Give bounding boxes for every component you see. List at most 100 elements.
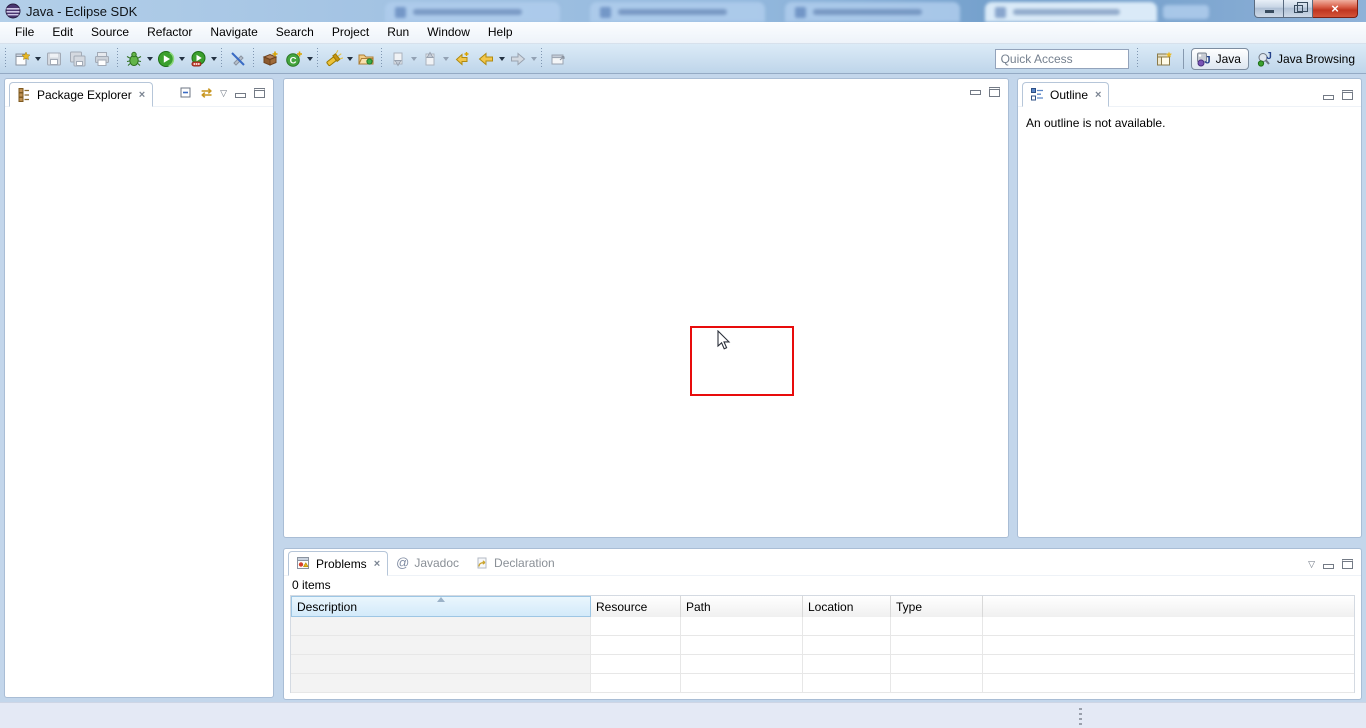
menu-item-source[interactable]: Source [82, 22, 138, 43]
new-java-package-button[interactable] [258, 47, 282, 71]
maximize-view-icon[interactable] [1342, 90, 1353, 100]
column-header-filler [983, 596, 1354, 617]
debug-button[interactable] [122, 47, 146, 71]
table-row[interactable] [291, 636, 1354, 655]
print-button[interactable] [90, 47, 114, 71]
outline-message: An outline is not available. [1018, 107, 1361, 130]
column-header-resource[interactable]: Resource [591, 596, 681, 617]
table-row[interactable] [291, 655, 1354, 674]
window-close-button[interactable]: × [1313, 0, 1358, 18]
save-button[interactable] [42, 47, 66, 71]
title-bar[interactable]: Java - Eclipse SDK × [0, 0, 1366, 22]
column-header-description[interactable]: Description [291, 596, 591, 617]
svg-text:J: J [1266, 51, 1272, 62]
last-edit-location-icon [453, 50, 471, 68]
table-row[interactable] [291, 617, 1354, 636]
forward-button[interactable] [506, 47, 530, 71]
menu-item-navigate[interactable]: Navigate [201, 22, 266, 43]
save-all-icon [69, 50, 87, 68]
menu-item-search[interactable]: Search [267, 22, 323, 43]
package-explorer-header: Package Explorer × ⇄ ▽ [5, 79, 273, 107]
minimize-view-icon[interactable] [1323, 95, 1334, 100]
editor-presentation-button[interactable] [546, 47, 570, 71]
open-perspective-button[interactable] [1152, 47, 1176, 71]
search-dropdown[interactable] [347, 57, 353, 61]
back-dropdown[interactable] [499, 57, 505, 61]
background-browser-tab [785, 2, 960, 22]
open-type-button[interactable] [354, 47, 378, 71]
external-tools-dropdown[interactable] [211, 57, 217, 61]
background-browser-tab [985, 2, 1157, 22]
minimize-view-icon[interactable] [235, 93, 246, 98]
open-type-icon [357, 50, 375, 68]
window-restore-button[interactable] [1284, 0, 1313, 18]
last-edit-location-button[interactable] [450, 47, 474, 71]
toolbar-separator [541, 48, 543, 69]
search-button[interactable] [322, 47, 346, 71]
run-button[interactable] [154, 47, 178, 71]
tab-package-explorer[interactable]: Package Explorer × [9, 82, 153, 107]
minimize-view-icon[interactable] [1323, 564, 1334, 569]
menu-item-window[interactable]: Window [418, 22, 479, 43]
save-all-button[interactable] [66, 47, 90, 71]
skip-all-breakpoints-button[interactable] [226, 47, 250, 71]
package-explorer-content[interactable] [5, 107, 273, 697]
tab-declaration[interactable]: Declaration [467, 550, 563, 575]
menu-item-project[interactable]: Project [323, 22, 378, 43]
debug-icon [125, 50, 143, 68]
annotation-rectangle [690, 326, 794, 396]
view-menu-icon[interactable]: ▽ [1308, 559, 1315, 569]
perspective-java-button[interactable]: J Java [1191, 48, 1249, 70]
tab-outline[interactable]: Outline × [1022, 82, 1109, 107]
close-icon: × [1331, 1, 1339, 16]
table-header-row: Description Resource Path Location Type [291, 596, 1354, 617]
previous-annotation-button[interactable] [418, 47, 442, 71]
tab-close-icon[interactable]: × [137, 89, 145, 101]
tab-javadoc[interactable]: @ Javadoc [388, 550, 467, 575]
editor-area[interactable] [283, 78, 1009, 538]
svg-text:C: C [290, 55, 297, 66]
eclipse-logo-icon [5, 3, 21, 19]
tab-javadoc-label: Javadoc [414, 556, 459, 570]
maximize-editor-icon[interactable] [989, 87, 1000, 97]
back-icon [477, 50, 495, 68]
column-header-type[interactable]: Type [891, 596, 983, 617]
view-menu-icon[interactable]: ▽ [220, 88, 227, 98]
new-class-dropdown[interactable] [307, 57, 313, 61]
forward-dropdown[interactable] [531, 57, 537, 61]
next-annotation-dropdown[interactable] [411, 57, 417, 61]
menu-item-run[interactable]: Run [378, 22, 418, 43]
status-sash-handle[interactable] [1079, 708, 1083, 726]
mouse-cursor [717, 330, 731, 351]
maximize-view-icon[interactable] [1342, 559, 1353, 569]
external-tools-icon [189, 50, 207, 68]
debug-dropdown[interactable] [147, 57, 153, 61]
menu-item-help[interactable]: Help [479, 22, 522, 43]
toolbar-separator [5, 48, 7, 69]
tab-close-icon[interactable]: × [372, 558, 380, 570]
quick-access-input[interactable] [995, 49, 1129, 69]
menu-item-refactor[interactable]: Refactor [138, 22, 201, 43]
new-wizard-button[interactable] [10, 47, 34, 71]
new-java-class-button[interactable]: C [282, 47, 306, 71]
table-row[interactable] [291, 674, 1354, 693]
link-with-editor-icon[interactable]: ⇄ [201, 87, 212, 99]
window-minimize-button[interactable] [1254, 0, 1284, 18]
new-wizard-dropdown[interactable] [35, 57, 41, 61]
menu-item-file[interactable]: File [6, 22, 43, 43]
back-button[interactable] [474, 47, 498, 71]
skip-breakpoints-icon [229, 50, 247, 68]
next-annotation-button[interactable] [386, 47, 410, 71]
perspective-java-browsing-button[interactable]: J Java Browsing [1253, 49, 1362, 69]
tab-close-icon[interactable]: × [1093, 89, 1101, 101]
previous-annotation-dropdown[interactable] [443, 57, 449, 61]
maximize-view-icon[interactable] [254, 88, 265, 98]
tab-problems[interactable]: Problems × [288, 551, 388, 576]
column-header-location[interactable]: Location [803, 596, 891, 617]
run-dropdown[interactable] [179, 57, 185, 61]
menu-item-edit[interactable]: Edit [43, 22, 82, 43]
minimize-editor-icon[interactable] [970, 90, 981, 95]
collapse-all-icon[interactable] [179, 86, 193, 100]
column-header-path[interactable]: Path [681, 596, 803, 617]
run-external-tools-button[interactable] [186, 47, 210, 71]
